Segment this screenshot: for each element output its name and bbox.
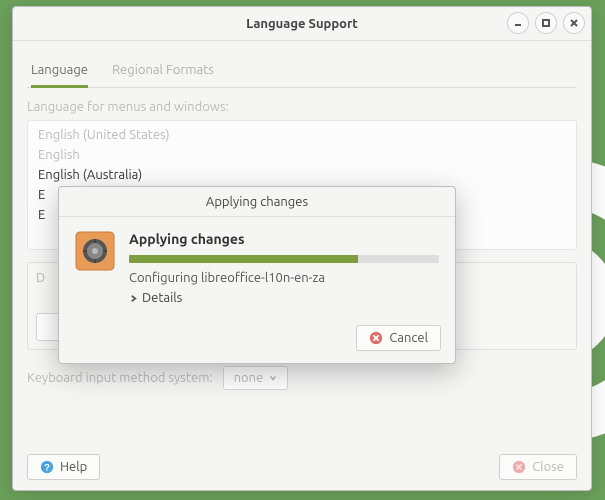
cancel-icon: [369, 331, 383, 345]
package-icon: [75, 231, 115, 271]
close-icon: [512, 460, 526, 474]
list-item[interactable]: English (United States): [30, 125, 574, 145]
help-label: Help: [60, 460, 87, 474]
progress-status: Configuring libreoffice-l10n-en-za: [129, 271, 439, 285]
dialog-title: Applying changes: [206, 195, 308, 209]
dialog-heading: Applying changes: [129, 231, 439, 247]
input-method-value: none: [234, 371, 264, 385]
languages-label: Language for menus and windows:: [27, 100, 577, 114]
cancel-button[interactable]: Cancel: [356, 325, 441, 351]
minimize-button[interactable]: [507, 12, 529, 34]
tab-regional-formats[interactable]: Regional Formats: [112, 55, 214, 87]
titlebar: Language Support: [13, 7, 591, 41]
progress-bar: [129, 255, 439, 263]
details-label: Details: [142, 291, 182, 305]
option-row: D: [36, 271, 45, 285]
help-button[interactable]: ? Help: [27, 454, 100, 480]
list-item[interactable]: English (Australia): [30, 165, 574, 185]
tab-language[interactable]: Language: [31, 55, 88, 87]
close-button[interactable]: Close: [499, 454, 577, 480]
option-row: [36, 291, 39, 305]
input-method-select[interactable]: none: [223, 366, 289, 390]
close-label: Close: [532, 460, 564, 474]
tabs: Language Regional Formats: [27, 55, 577, 88]
cancel-label: Cancel: [389, 331, 428, 345]
details-expander[interactable]: Details: [129, 291, 439, 305]
input-method-label: Keyboard input method system:: [27, 371, 213, 385]
chevron-down-icon: [269, 374, 277, 382]
svg-text:?: ?: [44, 463, 50, 474]
window-title: Language Support: [246, 17, 358, 31]
close-window-button[interactable]: [563, 12, 585, 34]
maximize-button[interactable]: [535, 12, 557, 34]
help-icon: ?: [40, 460, 54, 474]
list-item[interactable]: English: [30, 145, 574, 165]
dialog-titlebar: Applying changes: [59, 187, 455, 217]
chevron-right-icon: [129, 294, 138, 303]
applying-changes-dialog: Applying changes Applying changes Config…: [58, 186, 456, 364]
